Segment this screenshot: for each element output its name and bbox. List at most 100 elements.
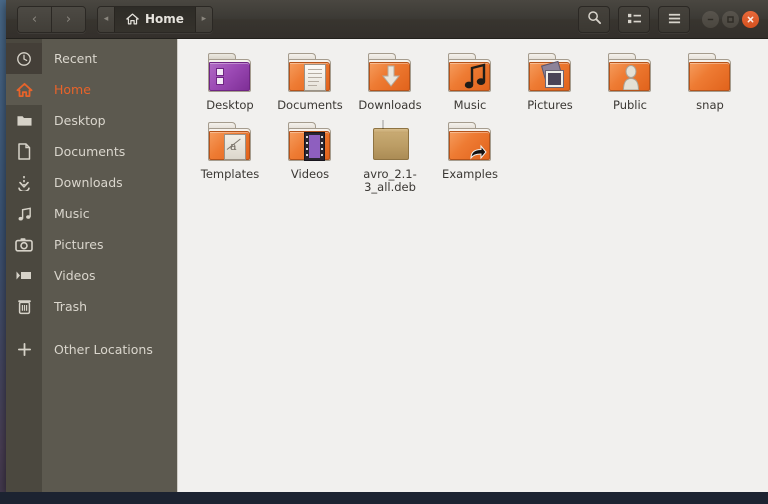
back-button[interactable]: ‹ [18, 6, 52, 32]
breadcrumb-prev-button[interactable]: ◂ [98, 6, 114, 32]
sidebar-icon-documents[interactable] [6, 136, 42, 167]
sidebar-item-other-locations[interactable]: Other Locations [42, 334, 177, 365]
sidebar-item-home[interactable]: Home [42, 74, 177, 105]
breadcrumb-next-button[interactable]: ▸ [195, 6, 212, 32]
sidebar-icon-recent[interactable] [6, 43, 42, 74]
sidebar-item-label: Desktop [54, 113, 106, 128]
sidebar-icon-desktop[interactable] [6, 105, 42, 136]
sidebar-icon-music[interactable] [6, 198, 42, 229]
navigation-buttons: ‹ › [17, 5, 86, 33]
sidebar-item-label: Other Locations [54, 342, 153, 357]
sidebar-item-trash[interactable]: Trash [42, 291, 177, 322]
search-button[interactable] [578, 6, 610, 33]
file-item-music[interactable]: Music [430, 51, 510, 112]
camera-icon [15, 238, 33, 252]
sidebar-icon-trash[interactable] [6, 291, 42, 322]
file-item-label: Templates [200, 167, 260, 182]
sidebar-item-pictures[interactable]: Pictures [42, 229, 177, 260]
folder-documents-icon [286, 51, 334, 95]
title-bar: ‹ › ◂ Home ▸ [6, 0, 768, 39]
sidebar-item-desktop[interactable]: Desktop [42, 105, 177, 136]
sidebar-icon-other-locations[interactable] [6, 334, 42, 365]
sidebar-item-downloads[interactable]: Downloads [42, 167, 177, 198]
file-item-label: Music [453, 98, 487, 112]
home-icon [16, 82, 32, 97]
sidebar-item-label: Recent [54, 51, 98, 66]
sidebar-icon-downloads[interactable] [6, 167, 42, 198]
sidebar-item-documents[interactable]: Documents [42, 136, 177, 167]
file-item-videos[interactable]: Videos [270, 120, 350, 194]
sidebar-icon-home[interactable] [6, 74, 42, 105]
plus-icon [17, 342, 31, 357]
clock-icon [17, 51, 31, 66]
sidebar-item-label: Trash [54, 299, 88, 314]
sidebar-item-label: Documents [54, 144, 126, 159]
breadcrumb-item-home[interactable]: Home [114, 6, 196, 32]
file-item-desktop[interactable]: Desktop [190, 51, 270, 112]
file-item-label: snap [696, 98, 724, 112]
folder-plain-icon [686, 51, 734, 95]
folder-templates-icon: a [206, 120, 254, 164]
desktop-bottom-strip [0, 492, 768, 504]
file-manager-window: ‹ › ◂ Home ▸ Recent Home Desktop Documen… [6, 0, 768, 492]
file-item-documents[interactable]: Documents [270, 51, 350, 112]
folder-videos-icon [286, 120, 334, 164]
file-item-avro-deb[interactable]: avro_2.1-3_all.deb [350, 120, 430, 194]
window-body: Recent Home Desktop Documents Downloads … [6, 39, 768, 492]
folder-music-icon [446, 51, 494, 95]
folder-pictures-icon [526, 51, 574, 95]
file-grid-area[interactable]: Desktop Documents Downloads Music Pictur… [178, 39, 768, 492]
list-view-icon [627, 10, 642, 29]
minimize-button[interactable] [702, 11, 719, 28]
breadcrumb: ◂ Home ▸ [97, 5, 213, 33]
file-item-label: Public [612, 98, 648, 112]
file-item-examples[interactable]: Examples [430, 120, 510, 194]
hamburger-menu-icon [667, 10, 682, 29]
file-item-label: Videos [290, 167, 330, 182]
sidebar-item-label: Videos [54, 268, 96, 283]
sidebar-item-recent[interactable]: Recent [42, 43, 177, 74]
sidebar-item-music[interactable]: Music [42, 198, 177, 229]
link-emblem-icon [470, 144, 487, 164]
view-list-button[interactable] [618, 6, 650, 33]
sidebar-item-videos[interactable]: Videos [42, 260, 177, 291]
sidebar-icon-pictures[interactable] [6, 229, 42, 260]
trash-icon [17, 300, 31, 315]
window-controls [702, 11, 759, 28]
home-icon [126, 10, 139, 29]
toolbar-right [578, 6, 759, 33]
download-icon [18, 176, 30, 191]
folder-link-icon [446, 120, 494, 164]
file-item-label: avro_2.1-3_all.deb [363, 167, 417, 195]
sidebar-icon-videos[interactable] [6, 260, 42, 291]
music-note-icon [18, 206, 31, 221]
file-item-public[interactable]: Public [590, 51, 670, 112]
file-item-label: Pictures [527, 98, 573, 112]
folder-public-icon [606, 51, 654, 95]
sidebar-item-label: Downloads [54, 175, 123, 190]
file-item-downloads[interactable]: Downloads [350, 51, 430, 112]
folder-icon [16, 116, 32, 126]
search-icon [587, 10, 602, 29]
folder-desktop-icon [206, 51, 254, 95]
file-item-label: Documents [277, 98, 343, 112]
file-item-pictures[interactable]: Pictures [510, 51, 590, 112]
sidebar: Recent Home Desktop Documents Downloads … [42, 39, 178, 492]
document-icon [18, 143, 31, 160]
file-item-label: Downloads [358, 98, 422, 112]
close-button[interactable] [742, 11, 759, 28]
file-grid: Desktop Documents Downloads Music Pictur… [190, 51, 768, 203]
forward-button[interactable]: › [52, 6, 85, 32]
file-item-templates[interactable]: a Templates [190, 120, 270, 194]
sidebar-icon-rail [6, 39, 42, 492]
sidebar-item-label: Pictures [54, 237, 104, 252]
sidebar-item-label: Home [54, 82, 91, 97]
menu-button[interactable] [658, 6, 690, 33]
file-item-label: Desktop [206, 98, 254, 112]
video-icon [16, 271, 31, 280]
maximize-button[interactable] [722, 11, 739, 28]
deb-package-icon [366, 120, 414, 164]
file-item-snap[interactable]: snap [670, 51, 750, 112]
rail-spacer [6, 322, 42, 334]
file-item-label: Examples [442, 167, 498, 182]
